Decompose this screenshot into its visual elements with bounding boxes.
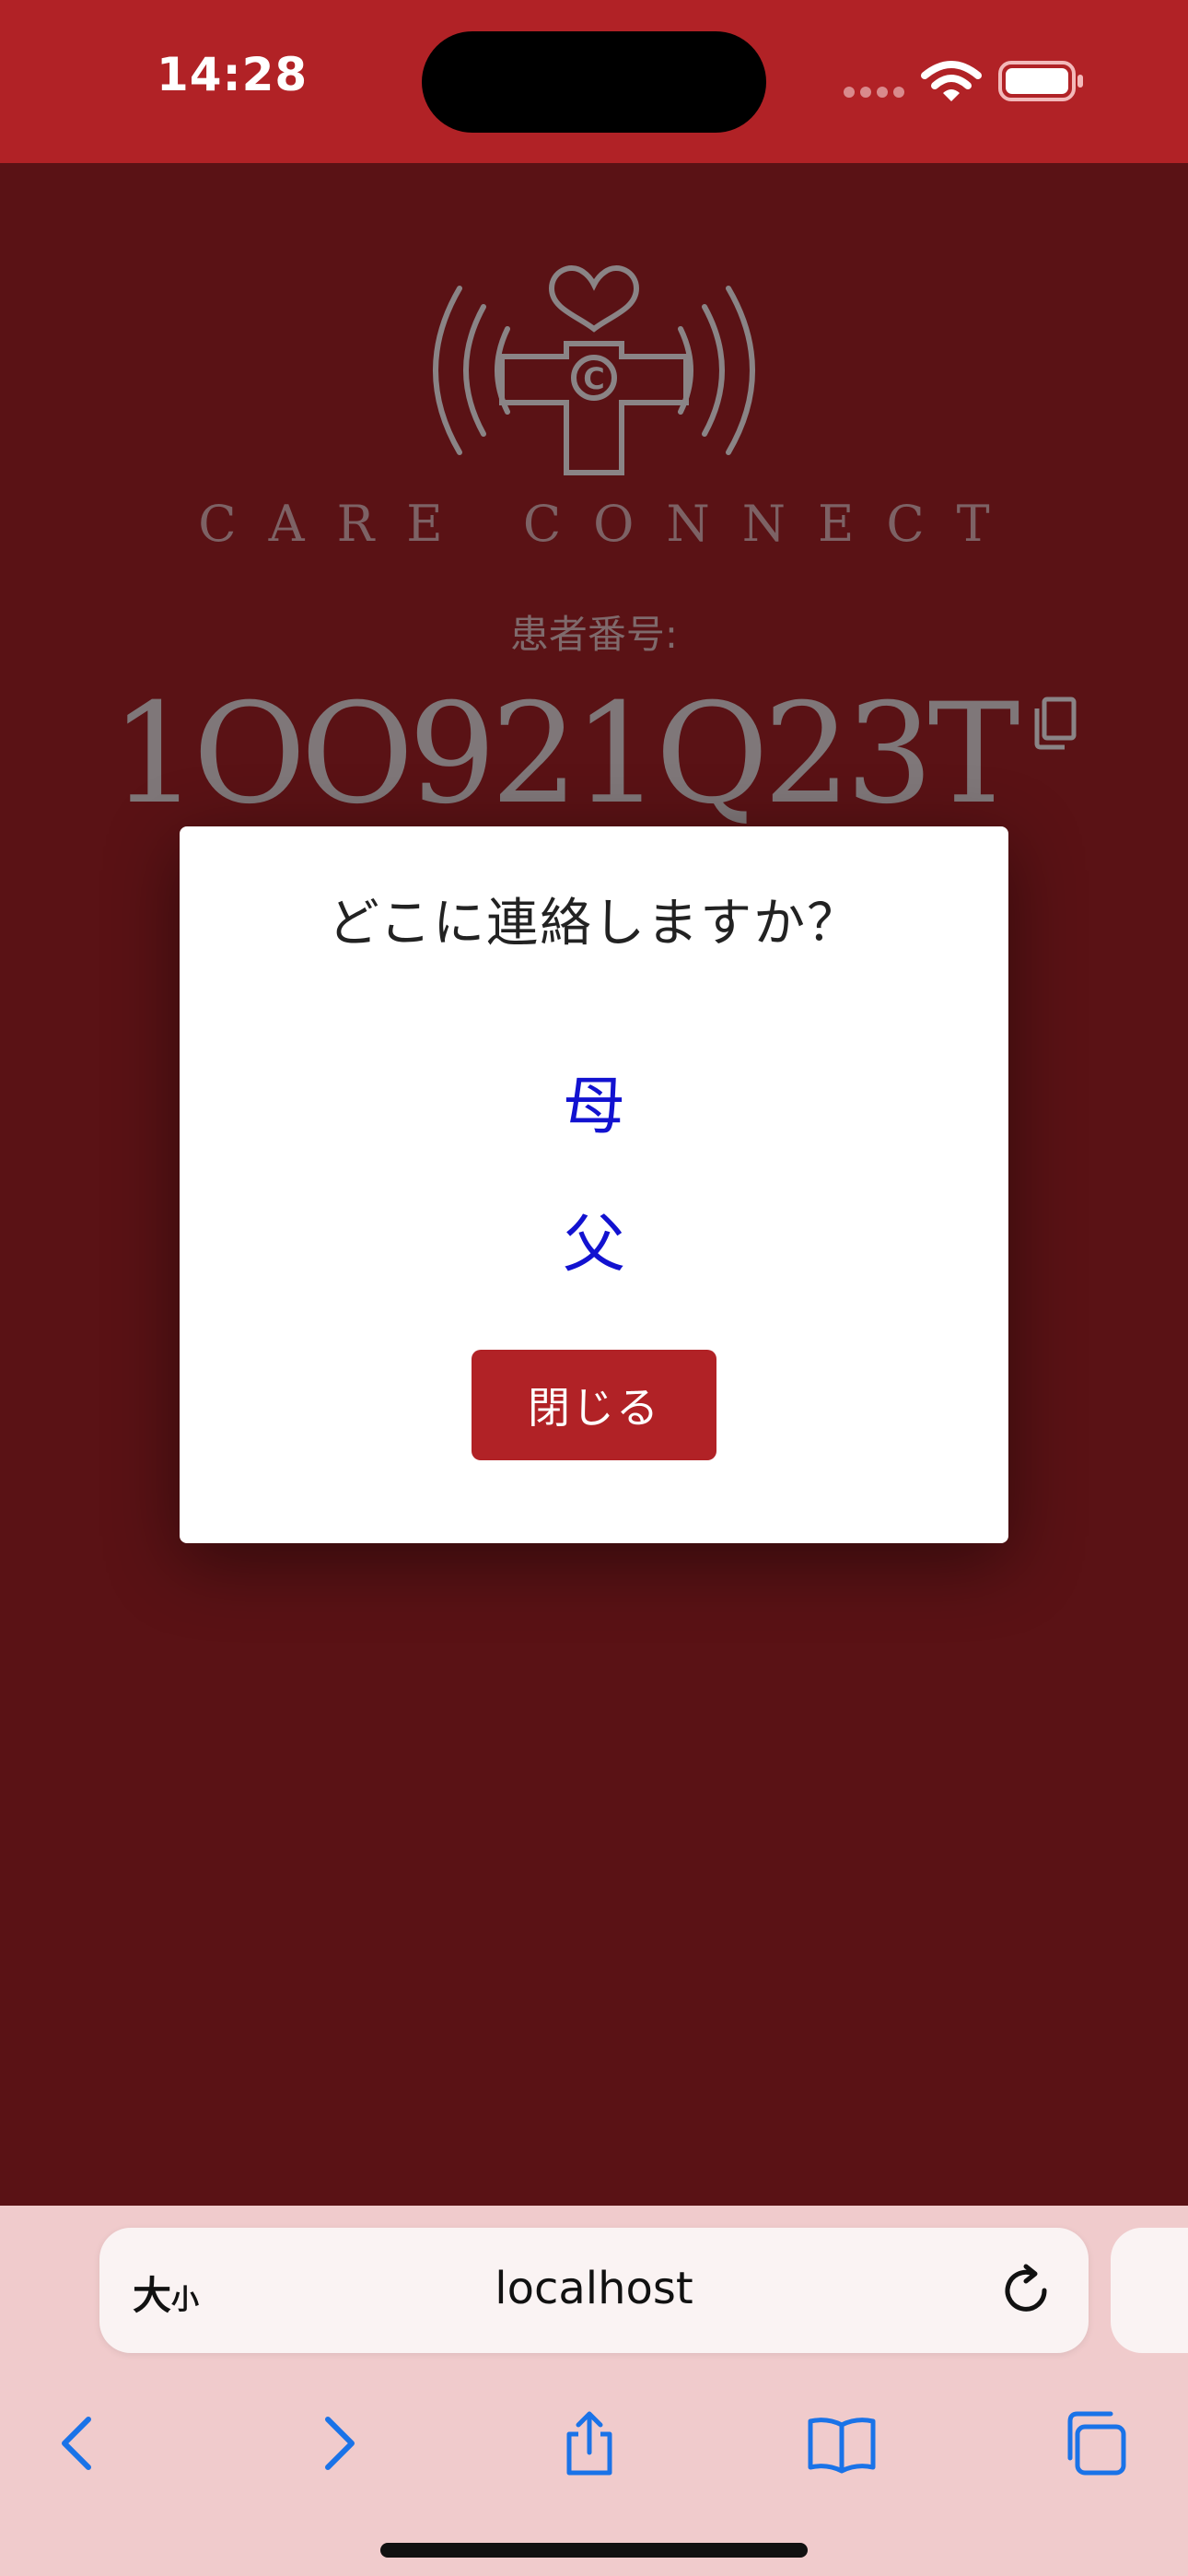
- browser-toolbar: 大小 localhost: [0, 2206, 1188, 2576]
- dynamic-island: [422, 31, 766, 133]
- care-connect-logo: C: [433, 265, 755, 475]
- share-icon[interactable]: [553, 2406, 626, 2480]
- copy-icon[interactable]: [1030, 696, 1077, 751]
- url-text[interactable]: localhost: [99, 2263, 1089, 2314]
- reload-icon[interactable]: [1002, 2263, 1055, 2320]
- chevron-left-icon[interactable]: [42, 2406, 116, 2480]
- patient-number-label: 患者番号:: [509, 612, 679, 657]
- status-time: 14:28: [157, 48, 309, 101]
- book-icon[interactable]: [805, 2406, 879, 2480]
- next-tab-preview[interactable]: [1111, 2228, 1188, 2353]
- close-button[interactable]: 閉じる: [472, 1350, 716, 1460]
- logo-letter: C: [583, 361, 604, 396]
- modal-title: どこに連絡しますか？: [327, 894, 861, 954]
- battery-icon: [998, 61, 1083, 101]
- wifi-icon: [921, 61, 982, 101]
- status-bar: 14:28: [0, 0, 1188, 163]
- chevron-right-icon[interactable]: [300, 2406, 374, 2480]
- tabs-icon[interactable]: [1057, 2406, 1131, 2480]
- contact-option-father[interactable]: 父: [180, 1193, 1008, 1284]
- address-bar[interactable]: 大小 localhost: [99, 2228, 1089, 2353]
- contact-option-mother[interactable]: 母: [180, 1055, 1008, 1146]
- cellular-signal-icon: [844, 87, 904, 98]
- contact-modal: どこに連絡しますか？ 母 父 閉じる: [180, 826, 1008, 1543]
- patient-number: 1OO921Q23T: [111, 674, 1020, 835]
- brand-name: CARE CONNECT: [198, 495, 1022, 553]
- home-indicator: [380, 2543, 808, 2558]
